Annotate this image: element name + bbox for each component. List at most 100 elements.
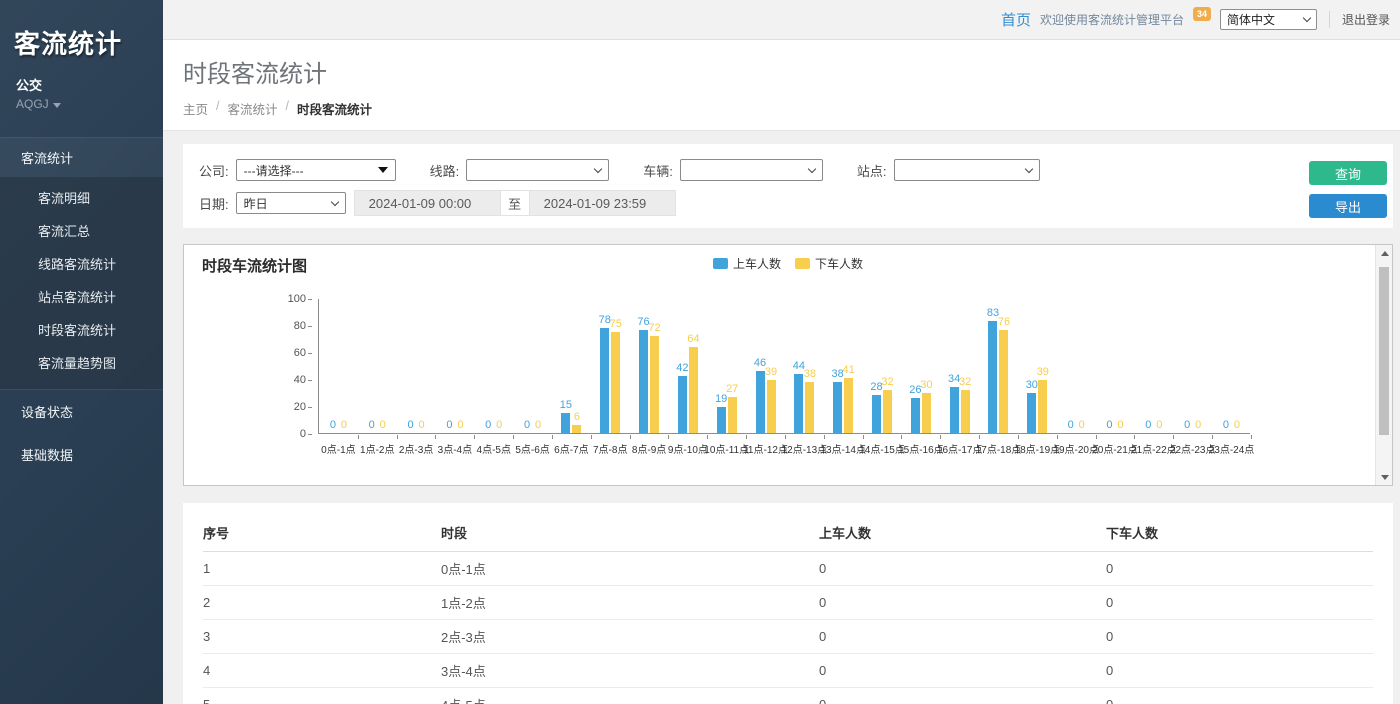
sidebar-subitem[interactable]: 客流量趋势图 bbox=[0, 346, 163, 379]
bar[interactable] bbox=[728, 397, 737, 433]
chart-scrollbar[interactable] bbox=[1375, 245, 1392, 485]
bar-column: 0 bbox=[339, 419, 348, 433]
station-select[interactable] bbox=[894, 159, 1040, 181]
bar[interactable] bbox=[1038, 380, 1047, 433]
chevron-down-icon bbox=[808, 164, 816, 172]
export-button[interactable]: 导出 bbox=[1309, 194, 1387, 218]
bar-value-label: 27 bbox=[726, 383, 738, 395]
bar[interactable] bbox=[650, 336, 659, 433]
table-cell: 1点-2点 bbox=[441, 586, 819, 620]
bar-group: 00 bbox=[319, 298, 358, 433]
breadcrumb-home[interactable]: 主页 bbox=[183, 99, 208, 118]
y-axis-tick bbox=[308, 326, 312, 327]
bar[interactable] bbox=[950, 387, 959, 433]
bar[interactable] bbox=[961, 390, 970, 433]
bar-column: 83 bbox=[988, 307, 997, 433]
bar[interactable] bbox=[561, 413, 570, 433]
sidebar-subitem[interactable]: 站点客流统计 bbox=[0, 280, 163, 313]
y-axis-tick-label: 20 bbox=[294, 401, 306, 413]
x-axis-tick-label: 4点-5点 bbox=[477, 441, 511, 456]
bar[interactable] bbox=[988, 321, 997, 433]
data-table-panel: 序号时段上车人数下车人数 10点-1点0021点-2点0032点-3点0043点… bbox=[183, 503, 1393, 704]
table-cell: 0 bbox=[1106, 620, 1373, 654]
bar-value-label: 0 bbox=[380, 419, 386, 431]
sidebar-item[interactable]: 基础数据 bbox=[0, 433, 163, 476]
bar[interactable] bbox=[600, 328, 609, 433]
date-preset-select[interactable]: 昨日 bbox=[236, 192, 346, 214]
legend-item[interactable]: 上车人数 bbox=[713, 255, 781, 272]
sidebar-subitem[interactable]: 时段客流统计 bbox=[0, 313, 163, 346]
sidebar-item-passenger-stats[interactable]: 客流统计 bbox=[0, 138, 163, 177]
table-cell: 5 bbox=[203, 688, 441, 704]
table-cell: 3 bbox=[203, 620, 441, 654]
table-cell: 2 bbox=[203, 586, 441, 620]
bar-value-label: 0 bbox=[524, 419, 530, 431]
menu-children: 客流明细客流汇总线路客流统计站点客流统计时段客流统计客流量趋势图 bbox=[0, 177, 163, 389]
scroll-down-icon[interactable] bbox=[1376, 469, 1393, 485]
bar[interactable] bbox=[883, 390, 892, 433]
bar-value-label: 0 bbox=[485, 419, 491, 431]
bar-column: 0 bbox=[367, 419, 376, 433]
bar-group: 00 bbox=[474, 298, 513, 433]
home-link[interactable]: 首页 bbox=[1001, 9, 1031, 30]
bar[interactable] bbox=[678, 376, 687, 433]
bar[interactable] bbox=[767, 380, 776, 433]
scroll-up-icon[interactable] bbox=[1376, 245, 1393, 261]
bar-group: 00 bbox=[358, 298, 397, 433]
bar[interactable] bbox=[756, 371, 765, 433]
main-area: 首页 欢迎使用客流统计管理平台 34 简体中文 退出登录 时段客流统计 主页 /… bbox=[163, 0, 1400, 704]
bar[interactable] bbox=[844, 378, 853, 433]
bar-value-label: 75 bbox=[610, 318, 622, 330]
bar[interactable] bbox=[872, 395, 881, 433]
logout-link[interactable]: 退出登录 bbox=[1329, 11, 1390, 28]
bar[interactable] bbox=[572, 425, 581, 433]
sidebar-item[interactable]: 设备状态 bbox=[0, 389, 163, 433]
table-cell: 2点-3点 bbox=[441, 620, 819, 654]
bar[interactable] bbox=[611, 332, 620, 433]
bar[interactable] bbox=[689, 347, 698, 433]
app-logo: 客流统计 bbox=[0, 0, 163, 61]
bar[interactable] bbox=[639, 330, 648, 433]
bar-value-label: 0 bbox=[408, 419, 414, 431]
chart-panel: 时段车流统计图 上车人数下车人数 020406080100 000点-1点001… bbox=[183, 244, 1393, 486]
bar-column: 64 bbox=[689, 333, 698, 433]
vehicle-select[interactable] bbox=[680, 159, 823, 181]
topbar: 首页 欢迎使用客流统计管理平台 34 简体中文 退出登录 bbox=[163, 0, 1400, 40]
bar[interactable] bbox=[805, 382, 814, 433]
company-select[interactable]: ---请选择--- bbox=[236, 159, 396, 181]
bar-column: 0 bbox=[406, 419, 415, 433]
bar-group: 8376 bbox=[979, 298, 1018, 433]
scrollbar-thumb[interactable] bbox=[1379, 267, 1389, 435]
x-axis-tick-label: 7点-8点 bbox=[593, 441, 627, 456]
y-axis-tick-label: 60 bbox=[294, 347, 306, 359]
breadcrumb-section[interactable]: 客流统计 bbox=[228, 99, 278, 118]
sidebar-subitem[interactable]: 客流汇总 bbox=[0, 214, 163, 247]
sidebar-subitem[interactable]: 客流明细 bbox=[0, 181, 163, 214]
page-head: 时段客流统计 主页 / 客流统计 / 时段客流统计 bbox=[163, 40, 1400, 131]
bar-column: 0 bbox=[495, 419, 504, 433]
user-menu[interactable]: AQGJ bbox=[0, 94, 163, 111]
bar[interactable] bbox=[911, 398, 920, 433]
bar[interactable] bbox=[794, 374, 803, 433]
date-to-input[interactable]: 2024-01-09 23:59 bbox=[529, 190, 676, 216]
line-select[interactable] bbox=[466, 159, 609, 181]
legend-swatch-icon bbox=[795, 258, 810, 269]
query-button[interactable]: 查询 bbox=[1309, 161, 1387, 185]
notification-badge[interactable]: 34 bbox=[1193, 7, 1211, 21]
bar[interactable] bbox=[1027, 393, 1036, 434]
sidebar-subitem[interactable]: 线路客流统计 bbox=[0, 247, 163, 280]
table-row: 43点-4点00 bbox=[203, 654, 1373, 688]
bar-group: 4264 bbox=[668, 298, 707, 433]
legend-item[interactable]: 下车人数 bbox=[795, 255, 863, 272]
bar-column: 0 bbox=[456, 419, 465, 433]
language-select[interactable]: 简体中文 bbox=[1220, 9, 1317, 30]
x-axis-tick bbox=[1212, 435, 1213, 439]
bar[interactable] bbox=[922, 393, 931, 434]
bar[interactable] bbox=[833, 382, 842, 433]
bar[interactable] bbox=[717, 407, 726, 433]
vehicle-label: 车辆: bbox=[643, 161, 673, 180]
bar[interactable] bbox=[999, 330, 1008, 433]
filter-row-2: 日期: 昨日 2024-01-09 00:00 至 2024-01-09 23:… bbox=[199, 191, 1377, 215]
date-from-input[interactable]: 2024-01-09 00:00 bbox=[354, 190, 501, 216]
bar-group: 3841 bbox=[824, 298, 863, 433]
